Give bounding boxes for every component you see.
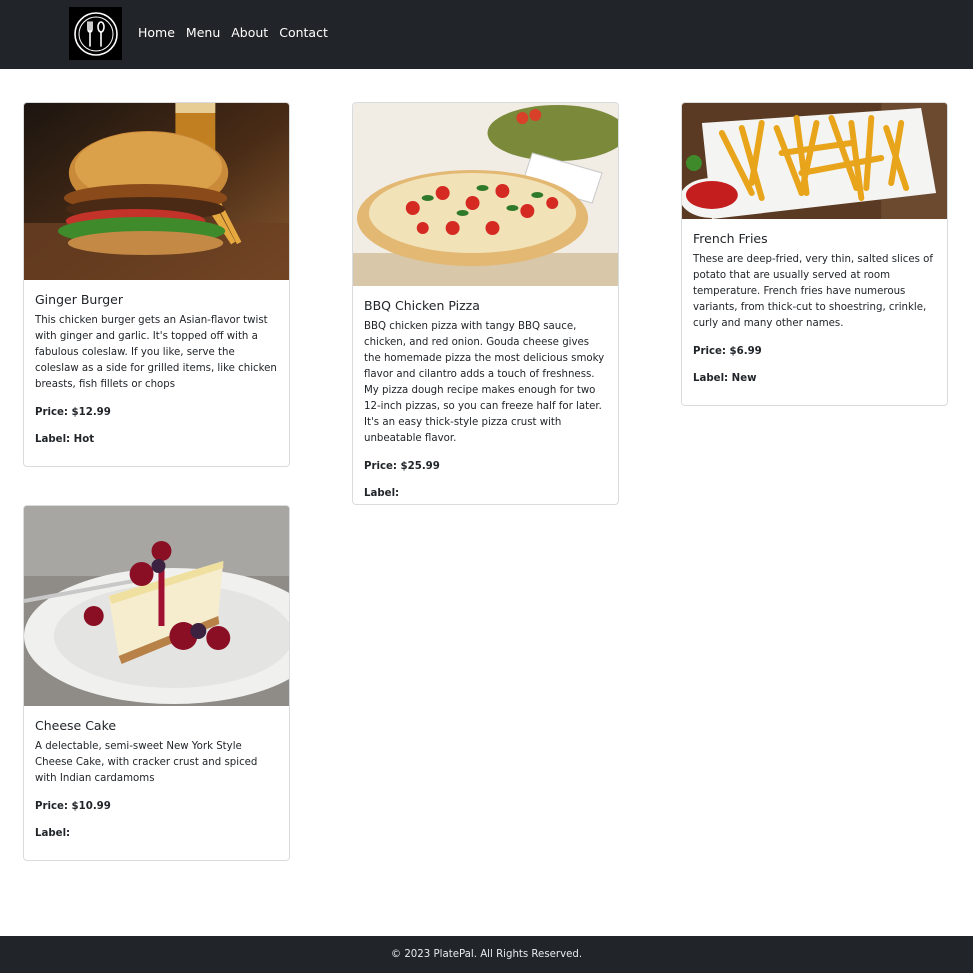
nav-link-home[interactable]: Home <box>138 24 175 42</box>
footer: © 2023 PlatePal. All Rights Reserved. <box>0 936 973 973</box>
nav-links: Home Menu About Contact <box>138 24 339 42</box>
card-title: BBQ Chicken Pizza <box>364 298 480 313</box>
card-price: Price: $12.99 <box>35 407 111 418</box>
navbar: Home Menu About Contact <box>0 0 973 69</box>
card-title: French Fries <box>693 231 768 246</box>
burger-photo <box>24 103 289 280</box>
pizza-photo <box>353 103 618 286</box>
menu-card-french-fries: French Fries These are deep-fried, very … <box>681 102 948 406</box>
card-label: Label: <box>35 828 71 839</box>
card-description: This chicken burger gets an Asian-flavor… <box>35 315 277 390</box>
card-title: Ginger Burger <box>35 292 124 307</box>
menu-card-ginger-burger: Ginger Burger This chicken burger gets a… <box>23 102 290 467</box>
copyright-text: © 2023 PlatePal. All Rights Reserved. <box>390 949 583 960</box>
card-description: BBQ chicken pizza with tangy BBQ sauce, … <box>364 321 605 444</box>
card-title: Cheese Cake <box>35 718 117 733</box>
fries-photo <box>682 103 947 219</box>
brand-logo[interactable] <box>69 7 122 60</box>
menu-card-cheese-cake: Cheese Cake A delectable, semi-sweet New… <box>23 505 290 861</box>
card-price: Price: $10.99 <box>35 801 111 812</box>
fork-spoon-plate-icon <box>73 11 118 56</box>
card-price: Price: $6.99 <box>693 346 762 357</box>
card-description: A delectable, semi-sweet New York Style … <box>35 741 258 784</box>
card-label: Label: New <box>693 373 757 384</box>
card-label: Label: <box>364 488 400 499</box>
card-description: These are deep-fried, very thin, salted … <box>693 254 933 329</box>
menu-card-bbq-chicken-pizza: BBQ Chicken Pizza BBQ chicken pizza with… <box>352 102 619 505</box>
nav-link-about[interactable]: About <box>231 24 268 42</box>
nav-link-contact[interactable]: Contact <box>279 24 328 42</box>
card-label: Label: Hot <box>35 434 95 445</box>
card-price: Price: $25.99 <box>364 461 440 472</box>
nav-link-menu[interactable]: Menu <box>186 24 220 42</box>
cheesecake-photo <box>24 506 289 706</box>
